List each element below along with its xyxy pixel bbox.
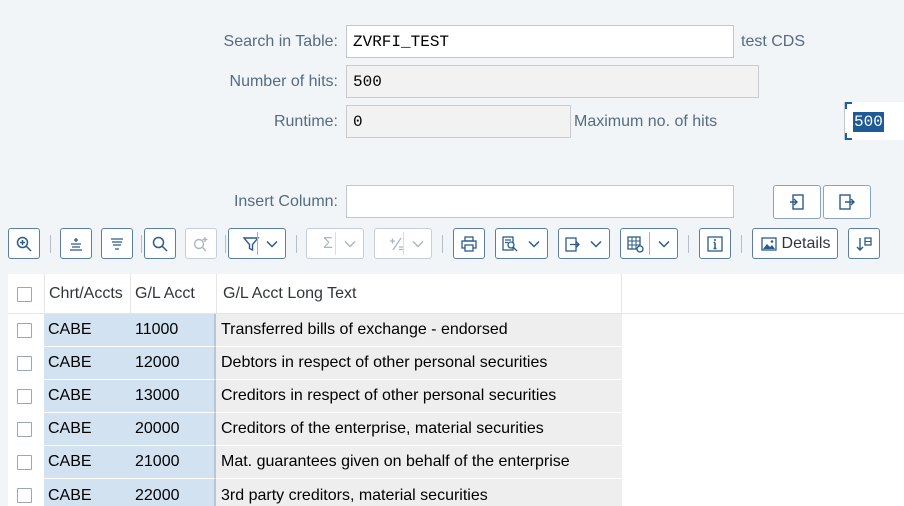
- table-description: test CDS: [741, 33, 806, 50]
- layout-icon: [627, 235, 644, 253]
- sort-descending-button[interactable]: [101, 228, 133, 259]
- zoom-in-icon: [16, 236, 32, 252]
- row-select-checkbox[interactable]: [17, 389, 32, 404]
- gl-account-text-cell[interactable]: 3rd party creditors, material securities: [216, 479, 622, 506]
- runtime-field: 0: [346, 105, 571, 138]
- chevron-down-icon: [528, 240, 540, 248]
- gl-account-text-cell[interactable]: Mat. guarantees given on behalf of the e…: [216, 446, 622, 479]
- column-header-gl-account[interactable]: G/L Acct: [130, 274, 216, 313]
- information-button[interactable]: [699, 228, 731, 259]
- chevron-down-icon: [590, 240, 602, 248]
- maximum-hits-input[interactable]: 500: [844, 102, 904, 140]
- details-button[interactable]: Details: [752, 228, 838, 259]
- row-select-checkbox[interactable]: [17, 422, 32, 437]
- chevron-down-icon: [344, 240, 356, 248]
- sum-icon: Σ: [323, 234, 333, 252]
- gl-account-cell[interactable]: 22000: [130, 479, 216, 506]
- toolbar-separator: [225, 235, 226, 253]
- toolbar-separator: [442, 235, 443, 253]
- remove-column-button[interactable]: [823, 185, 871, 219]
- print-button[interactable]: [453, 228, 485, 259]
- gl-account-text-cell[interactable]: Debtors in respect of other personal sec…: [216, 347, 622, 380]
- sum-menu-button[interactable]: Σ: [306, 228, 364, 259]
- column-header-chart-of-accounts[interactable]: Chrt/Accts: [44, 274, 130, 313]
- chevron-down-icon: [412, 240, 424, 248]
- table-row[interactable]: CABE 11000 Transferred bills of exchange…: [8, 314, 904, 347]
- gl-account-cell[interactable]: 11000: [130, 314, 216, 347]
- print-preview-menu-button[interactable]: [495, 228, 548, 259]
- find-next-icon: [193, 236, 208, 251]
- sort-ascending-icon: [70, 237, 82, 251]
- layout-menu-button[interactable]: [620, 228, 678, 259]
- chart-of-accounts-cell[interactable]: CABE: [44, 413, 130, 446]
- gl-account-text-cell[interactable]: Creditors in respect of other personal s…: [216, 380, 622, 413]
- chevron-down-icon: [658, 240, 670, 248]
- details-label: Details: [781, 234, 831, 252]
- remove-column-icon: [839, 194, 855, 210]
- gl-account-cell[interactable]: 12000: [130, 347, 216, 380]
- toolbar-separator: [741, 235, 742, 253]
- insert-column-label: Insert Column:: [233, 193, 338, 210]
- sort-descending-icon: [111, 237, 123, 250]
- results-grid: Chrt/Accts G/L Acct G/L Acct Long Text C…: [8, 274, 904, 506]
- gl-account-cell[interactable]: 13000: [130, 380, 216, 413]
- gl-account-cell[interactable]: 21000: [130, 446, 216, 479]
- export-menu-button[interactable]: [558, 228, 610, 259]
- row-select-checkbox[interactable]: [17, 356, 32, 371]
- table-row[interactable]: CABE 20000 Creditors of the enterprise, …: [8, 413, 904, 446]
- row-select-checkbox[interactable]: [17, 455, 32, 470]
- insert-column-button[interactable]: [773, 185, 821, 219]
- chart-of-accounts-cell[interactable]: CABE: [44, 347, 130, 380]
- print-preview-icon: [502, 235, 518, 251]
- details-icon: [760, 236, 777, 251]
- graphic-button[interactable]: [848, 228, 880, 259]
- export-icon: [565, 236, 580, 252]
- column-header-gl-account-long-text[interactable]: G/L Acct Long Text: [216, 274, 622, 313]
- select-all-checkbox[interactable]: [17, 287, 32, 302]
- gl-account-cell[interactable]: 20000: [130, 413, 216, 446]
- table-row[interactable]: CABE 22000 3rd party creditors, material…: [8, 479, 904, 506]
- toolbar-separator: [688, 235, 689, 253]
- grid-toolbar: Σ Details: [0, 226, 904, 262]
- chart-of-accounts-cell[interactable]: CABE: [44, 446, 130, 479]
- zoom-button[interactable]: [8, 228, 40, 259]
- insert-column-icon: [790, 194, 804, 210]
- graphic-icon: [856, 236, 872, 251]
- toolbar-separator: [50, 235, 51, 253]
- table-row[interactable]: CABE 13000 Creditors in respect of other…: [8, 380, 904, 413]
- gl-account-text-cell[interactable]: Transferred bills of exchange - endorsed: [216, 314, 622, 347]
- maximum-hits-label: Maximum no. of hits: [574, 113, 718, 130]
- chart-of-accounts-cell[interactable]: CABE: [44, 314, 130, 347]
- information-icon: [707, 235, 723, 252]
- maximum-hits-value: 500: [853, 112, 884, 132]
- insert-column-input[interactable]: [346, 185, 734, 218]
- row-select-checkbox[interactable]: [17, 323, 32, 338]
- search-in-table-input[interactable]: ZVRFI_TEST: [346, 25, 734, 58]
- sort-ascending-button[interactable]: [60, 228, 92, 259]
- toolbar-separator: [141, 235, 142, 253]
- runtime-label: Runtime:: [273, 113, 338, 130]
- filter-menu-button[interactable]: [228, 228, 286, 259]
- table-row[interactable]: CABE 12000 Debtors in respect of other p…: [8, 347, 904, 380]
- chart-of-accounts-cell[interactable]: CABE: [44, 380, 130, 413]
- table-row[interactable]: CABE 21000 Mat. guarantees given on beha…: [8, 446, 904, 479]
- number-of-hits-label: Number of hits:: [229, 73, 338, 90]
- find-next-button[interactable]: [185, 228, 217, 259]
- row-select-checkbox[interactable]: [17, 488, 32, 503]
- chevron-down-icon: [266, 240, 278, 248]
- find-icon: [152, 236, 168, 252]
- chart-of-accounts-cell[interactable]: CABE: [44, 479, 130, 506]
- find-button[interactable]: [144, 228, 176, 259]
- number-of-hits-field: 500: [346, 65, 759, 98]
- print-icon: [461, 235, 477, 252]
- header-row: Chrt/Accts G/L Acct G/L Acct Long Text: [8, 274, 904, 314]
- gl-account-text-cell[interactable]: Creditors of the enterprise, material se…: [216, 413, 622, 446]
- toolbar-separator: [296, 235, 297, 253]
- subtotal-menu-button[interactable]: [374, 228, 432, 259]
- search-in-table-label: Search in Table:: [223, 33, 338, 50]
